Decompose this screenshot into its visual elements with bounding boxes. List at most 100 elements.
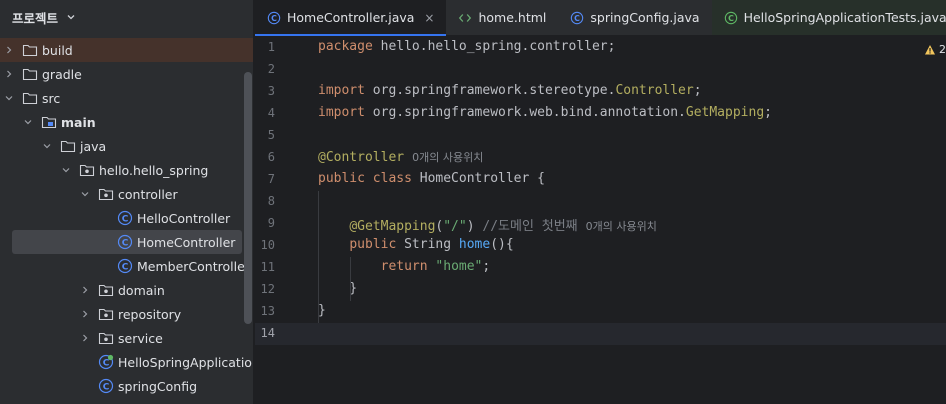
line-number: 11 [260, 260, 275, 274]
code-editor[interactable]: 2 1 package hello.hello_spring.controller… [255, 36, 946, 404]
tree-item-membercontroller[interactable]: C MemberController [0, 254, 253, 278]
code-line[interactable]: 11 return "home"; [255, 257, 946, 279]
line-number: 13 [260, 304, 275, 318]
code-line[interactable]: 4 import org.springframework.web.bind.ann… [255, 103, 946, 125]
code-token: org.springframework.web.bind.annotation. [372, 105, 686, 120]
tab-label: springConfig.java [590, 10, 700, 25]
code-line[interactable]: 12 } [255, 279, 946, 301]
code-token: { [537, 171, 545, 186]
tab-hellospringapplicationtests-java[interactable]: C HelloSpringApplicationTests.java [711, 0, 946, 35]
code-token: GetMapping [685, 105, 765, 120]
line-number: 12 [260, 282, 275, 296]
code-line[interactable]: 14 [255, 323, 946, 345]
code-text: package hello.hello_spring.controller; [318, 39, 615, 54]
line-number: 4 [267, 106, 275, 120]
tree-item-label: domain [118, 282, 165, 298]
tree-item-label: build [42, 42, 73, 58]
code-line[interactable]: 1 package hello.hello_spring.controller; [255, 37, 946, 59]
tree-item-gradle[interactable]: gradle [0, 62, 253, 86]
tree-spacer [80, 381, 90, 391]
code-text: } [318, 303, 326, 318]
code-token: public [349, 237, 405, 252]
class-icon: C [117, 234, 133, 250]
chevron-right-icon[interactable] [4, 69, 14, 79]
tab-springconfig-java[interactable]: CspringConfig.java [558, 0, 711, 35]
tree-item-label: java [80, 138, 107, 154]
code-token: ; [764, 105, 772, 120]
code-line[interactable]: 10 public String home(){ [255, 235, 946, 257]
tab-label: HelloSpringApplicationTests.java [743, 10, 946, 25]
code-line[interactable]: 13} [255, 301, 946, 323]
project-tree-scrollbar[interactable] [244, 72, 252, 324]
tree-item-springconfig[interactable]: CspringConfig [0, 374, 253, 398]
svg-text:C: C [122, 238, 129, 248]
code-line[interactable]: 8 [255, 191, 946, 213]
svg-text:C: C [103, 382, 110, 392]
close-tab-icon[interactable]: × [424, 11, 434, 25]
tree-item-hello-hello-spring[interactable]: hello.hello_spring [0, 158, 253, 182]
code-line[interactable]: 9 @GetMapping("/") //도메인 첫번째 0개의 사용위치 [255, 213, 946, 235]
class-icon: C [117, 210, 133, 226]
code-text: public String home(){ [318, 237, 513, 252]
chevron-right-icon[interactable] [4, 45, 14, 55]
code-text: import org.springframework.web.bind.anno… [318, 105, 772, 120]
tree-item-service[interactable]: service [0, 326, 253, 350]
tree-item-label: HelloSpringApplication [118, 354, 254, 370]
code-token: import [318, 83, 373, 98]
tree-item-homecontroller[interactable]: C HomeController [12, 230, 242, 254]
package-icon [98, 330, 114, 346]
line-number: 10 [260, 238, 275, 252]
code-line[interactable]: 5 [255, 125, 946, 147]
line-number: 8 [267, 194, 275, 208]
code-token: HomeController [419, 171, 538, 186]
tree-item-domain[interactable]: domain [0, 278, 253, 302]
code-token: ) [466, 219, 483, 234]
chevron-down-icon[interactable] [42, 141, 52, 151]
code-line[interactable]: 2 [255, 59, 946, 81]
usages-inlay-hint[interactable]: 0개의 사용위치 [586, 220, 657, 233]
code-text: import org.springframework.stereotype.Co… [318, 83, 702, 98]
code-token: "/" [443, 219, 467, 234]
svg-text:C: C [728, 13, 734, 22]
code-line[interactable]: 7 public class HomeController { [255, 169, 946, 191]
class-icon: C [117, 258, 133, 274]
chevron-down-icon[interactable] [66, 12, 76, 22]
chevron-right-icon[interactable] [80, 285, 90, 295]
code-token: } [318, 303, 326, 318]
tree-item-src[interactable]: src [0, 86, 253, 110]
chevron-down-icon[interactable] [61, 165, 71, 175]
tree-item-main[interactable]: main [0, 110, 253, 134]
line-number: 7 [267, 172, 275, 186]
chevron-down-icon[interactable] [23, 117, 33, 127]
project-view-header[interactable]: 프로젝트 [0, 0, 253, 34]
tab-homecontroller-java[interactable]: C HomeController.java × [255, 0, 447, 36]
package-icon [79, 162, 95, 178]
chevron-right-icon[interactable] [80, 333, 90, 343]
tree-item-controller[interactable]: controller [0, 182, 253, 206]
spring-class-icon: C [98, 354, 114, 370]
tab-home-html[interactable]: home.html [446, 0, 558, 35]
code-line[interactable]: 3 import org.springframework.stereotype.C… [255, 81, 946, 103]
line-number: 5 [267, 128, 275, 142]
svg-text:C: C [103, 358, 110, 368]
svg-text:C: C [574, 13, 580, 22]
code-token: package [318, 39, 381, 54]
tree-item-label: HelloController [137, 210, 231, 226]
tree-item-build[interactable]: build [0, 38, 253, 62]
code-line[interactable]: 6 @Controller 0개의 사용위치 [255, 147, 946, 169]
tree-item-label: hello.hello_spring [99, 162, 209, 178]
usages-inlay-hint[interactable]: 0개의 사용위치 [412, 151, 483, 164]
test-class-icon: C [724, 11, 738, 25]
tree-item-label: controller [118, 186, 178, 202]
chevron-down-icon[interactable] [4, 93, 14, 103]
tree-spacer [80, 357, 90, 367]
folder-icon [22, 42, 38, 58]
tree-item-java[interactable]: java [0, 134, 253, 158]
tree-item-hellocontroller[interactable]: C HelloController [0, 206, 253, 230]
code-token: String [404, 237, 459, 252]
tree-item-repository[interactable]: repository [0, 302, 253, 326]
tree-item-hellospringapplication[interactable]: C HelloSpringApplication [0, 350, 254, 374]
chevron-down-icon[interactable] [80, 189, 90, 199]
chevron-right-icon[interactable] [80, 309, 90, 319]
